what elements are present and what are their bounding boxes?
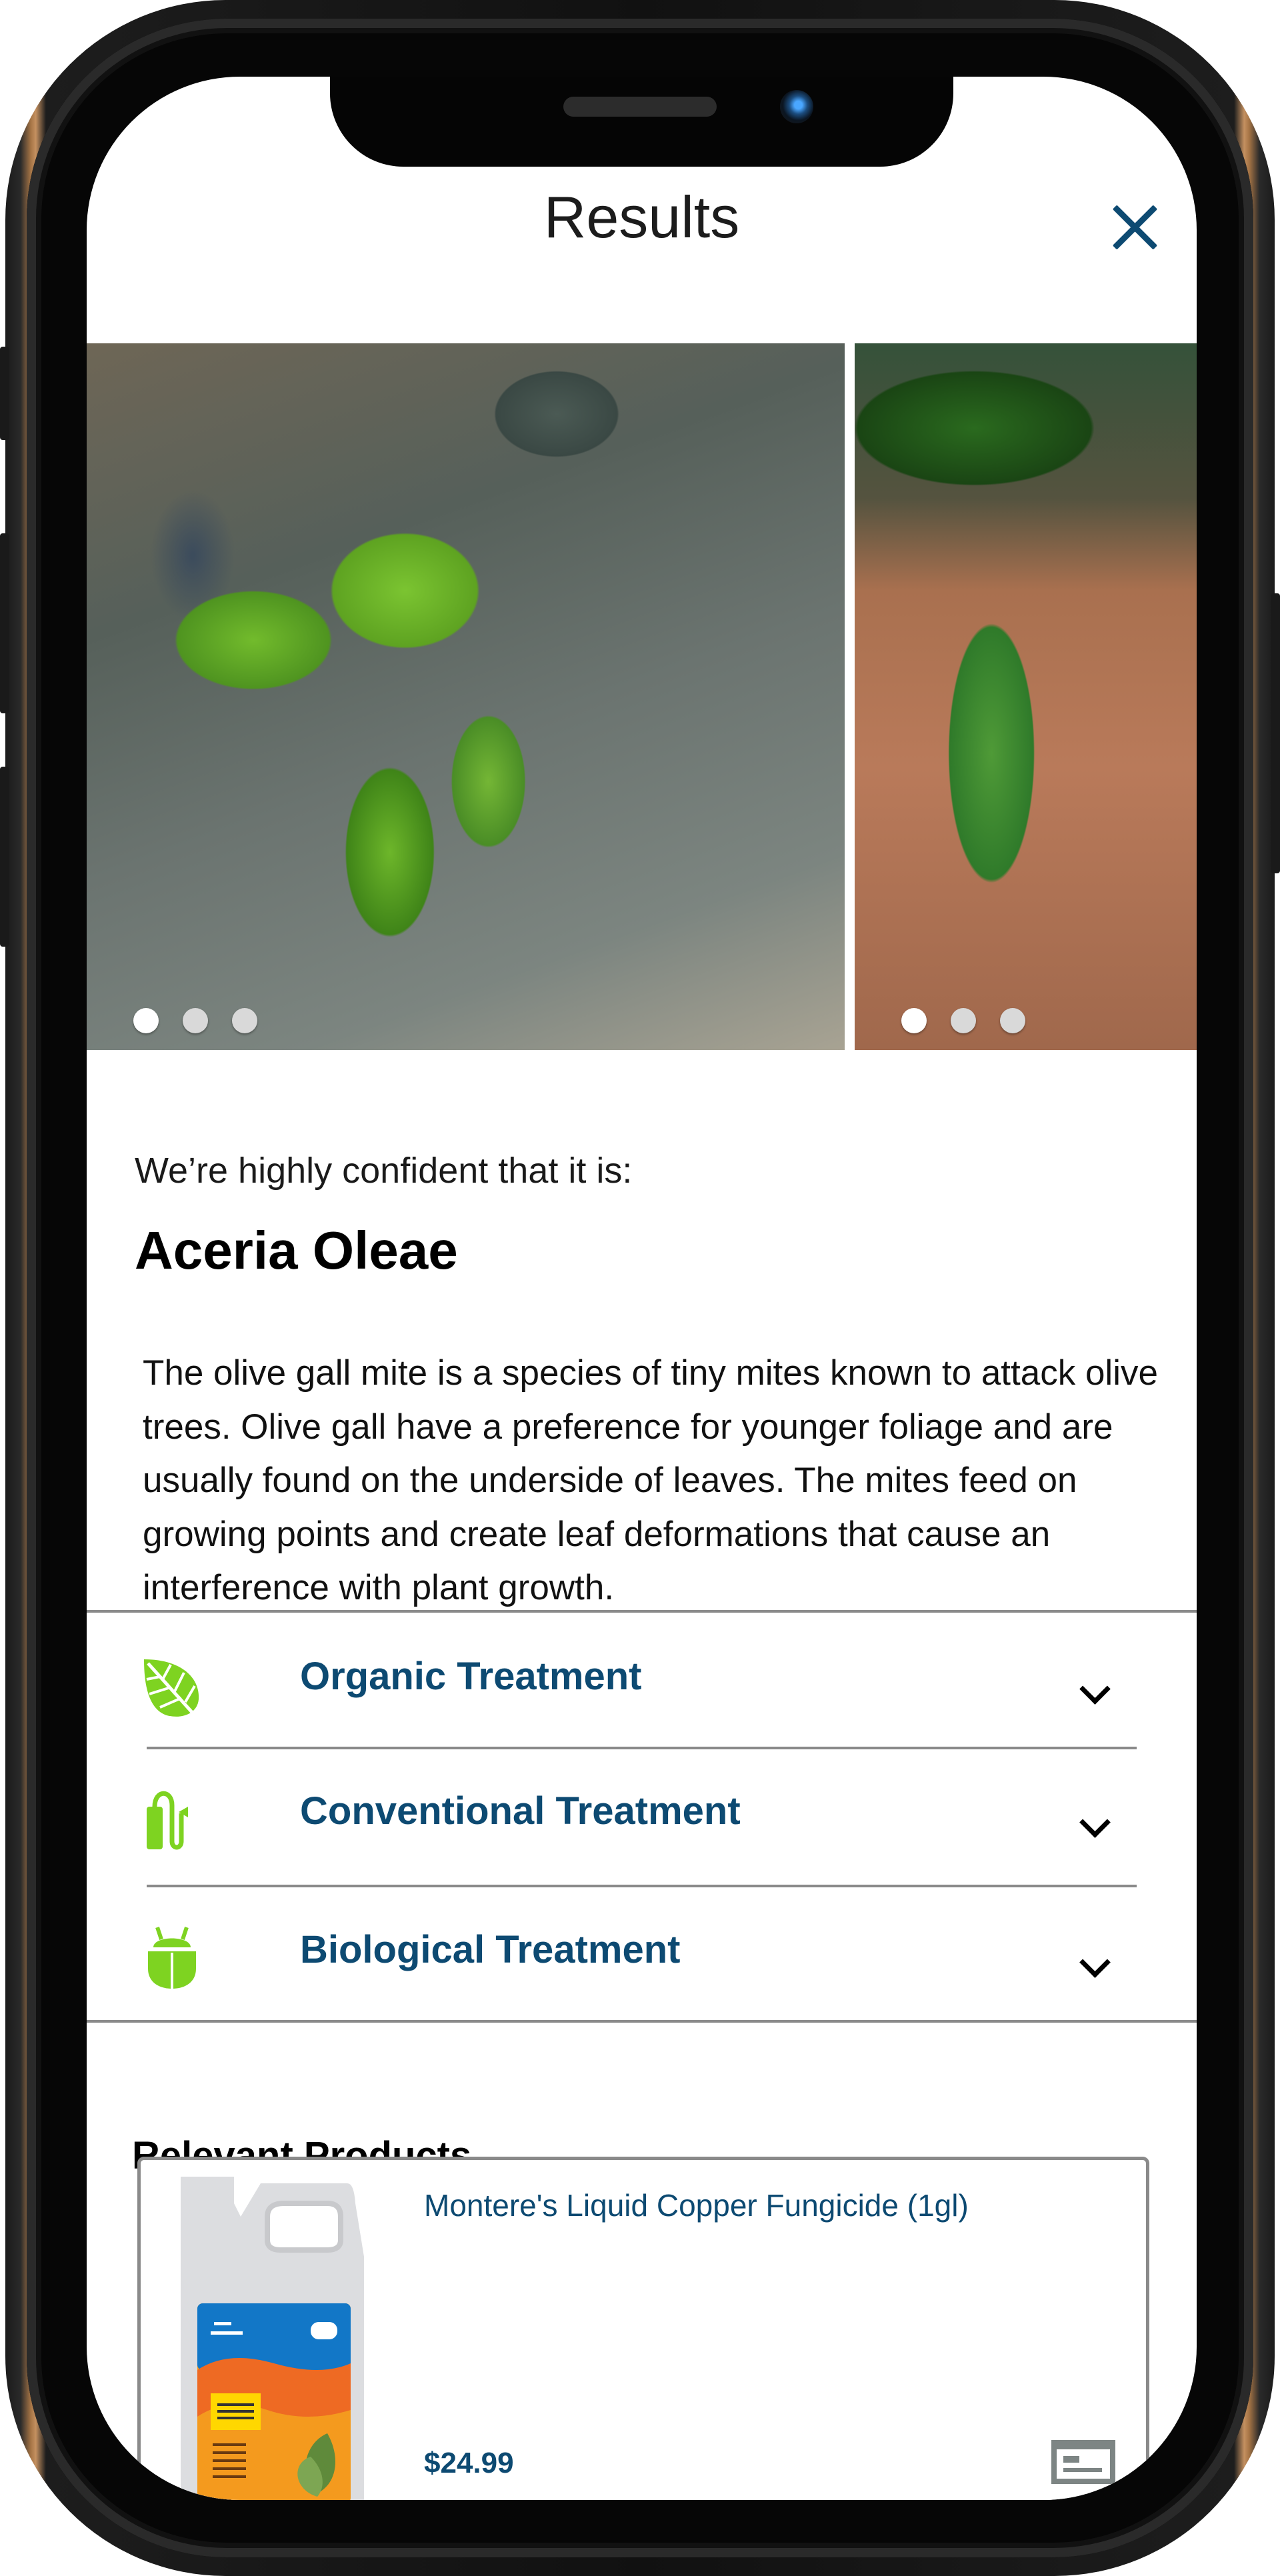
carousel-dot[interactable] — [951, 1008, 976, 1033]
notch — [330, 77, 953, 167]
front-camera-icon — [780, 90, 813, 123]
chevron-down-icon[interactable] — [1081, 1951, 1108, 1978]
species-description: The olive gall mite is a species of tiny… — [143, 1353, 1158, 1607]
volume-up-button — [0, 533, 9, 713]
product-price: $24.99 — [424, 2447, 514, 2479]
carousel-dot[interactable] — [183, 1008, 208, 1033]
volume-down-button — [0, 767, 9, 947]
details-icon[interactable] — [1051, 2440, 1115, 2484]
speaker-grille — [563, 97, 717, 117]
carousel-dot[interactable] — [1000, 1008, 1025, 1033]
result-photo[interactable] — [855, 343, 1197, 1050]
carousel-dot-active[interactable] — [133, 1008, 159, 1033]
product-jug-image — [181, 2177, 364, 2500]
section-divider — [87, 1610, 1197, 1613]
carousel-dots — [133, 1008, 257, 1033]
app-screen: Results We’re highly confident that it i… — [87, 77, 1197, 2500]
treatment-row-organic[interactable]: Organic Treatment — [87, 1617, 1197, 1750]
product-name-link[interactable]: Montere's Liquid Copper Fungicide (1gl) — [424, 2187, 1024, 2225]
treatment-label: Organic Treatment — [300, 1655, 642, 1698]
sprayer-icon — [147, 1791, 188, 1850]
treatment-label: Conventional Treatment — [300, 1789, 741, 1833]
species-name: Aceria Oleae — [135, 1221, 458, 1280]
mute-switch — [0, 347, 9, 440]
carousel-dots — [901, 1008, 1025, 1033]
power-button — [1271, 593, 1280, 873]
product-card[interactable]: Montere's Liquid Copper Fungicide (1gl) … — [137, 2157, 1149, 2500]
carousel-dot[interactable] — [232, 1008, 257, 1033]
carousel-dot-active[interactable] — [901, 1008, 927, 1033]
leaf-icon — [144, 1659, 199, 1718]
chevron-down-icon[interactable] — [1081, 1811, 1108, 1838]
close-icon[interactable] — [1100, 193, 1167, 260]
bug-icon — [148, 1927, 196, 1989]
confidence-label: We’re highly confident that it is: — [135, 1151, 633, 1191]
treatment-label: Biological Treatment — [300, 1928, 681, 1971]
row-divider — [147, 1885, 1137, 1887]
row-divider — [147, 1747, 1137, 1749]
treatment-row-biological[interactable]: Biological Treatment — [87, 1890, 1197, 2023]
chevron-down-icon[interactable] — [1081, 1678, 1108, 1705]
result-photo[interactable] — [87, 343, 845, 1050]
section-divider — [87, 2020, 1197, 2023]
page-title: Results — [543, 184, 740, 250]
treatment-row-conventional[interactable]: Conventional Treatment — [87, 1751, 1197, 1885]
